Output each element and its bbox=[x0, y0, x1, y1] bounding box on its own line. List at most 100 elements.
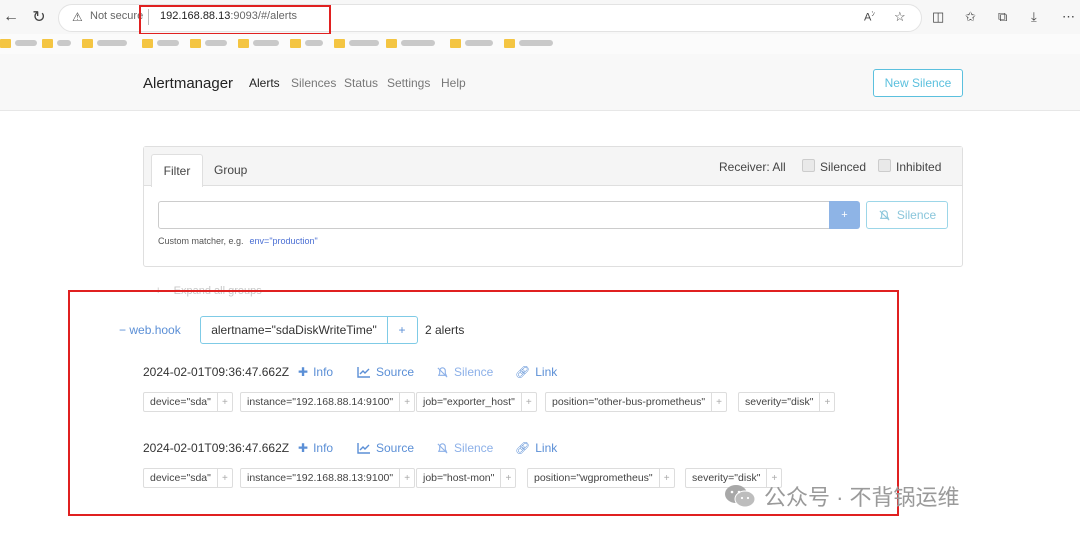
folder-icon bbox=[82, 38, 93, 48]
inhibited-checkbox[interactable] bbox=[878, 159, 891, 172]
tab-group[interactable]: Group bbox=[214, 163, 247, 177]
label-add-button[interactable]: + bbox=[658, 469, 674, 487]
nav-alerts[interactable]: Alerts bbox=[249, 76, 280, 90]
link-button[interactable]: 🔗︎ Link bbox=[515, 441, 557, 455]
bookmark-folder[interactable] bbox=[334, 37, 379, 49]
folder-icon bbox=[450, 38, 461, 48]
info-button[interactable]: ✚ Info bbox=[298, 365, 333, 379]
favorites-icon[interactable]: ✩ bbox=[965, 9, 976, 25]
back-icon[interactable]: ← bbox=[0, 6, 22, 28]
inhibited-label: Inhibited bbox=[896, 160, 942, 174]
folder-icon bbox=[334, 38, 345, 48]
reload-icon[interactable]: ↻ bbox=[28, 6, 50, 28]
receiver-select[interactable]: Receiver: All bbox=[719, 160, 786, 174]
label-pill[interactable]: device="sda" + bbox=[143, 392, 233, 412]
label-add-button[interactable]: + bbox=[399, 393, 414, 411]
label-pill[interactable]: position="other-bus-prometheus" + bbox=[545, 392, 728, 412]
tab-filter[interactable]: Filter bbox=[151, 154, 203, 187]
downloads-icon[interactable]: ⤓ bbox=[1031, 9, 1037, 25]
bell-slash-icon bbox=[879, 209, 890, 221]
filter-input[interactable] bbox=[158, 201, 830, 229]
bookmark-folder[interactable] bbox=[142, 37, 179, 49]
info-button[interactable]: ✚ Info bbox=[298, 441, 333, 455]
link-label: Link bbox=[535, 365, 558, 379]
label-add-button[interactable]: + bbox=[216, 393, 232, 411]
source-label: Source bbox=[376, 365, 415, 379]
label-pill[interactable]: instance="192.168.88.14:9100" + bbox=[240, 392, 416, 412]
link-button[interactable]: 🔗︎ Link bbox=[515, 365, 557, 379]
label-text: instance="192.168.88.13:9100" bbox=[247, 472, 394, 484]
label-text: job="exporter_host" bbox=[423, 396, 515, 408]
silenced-label: Silenced bbox=[820, 160, 867, 174]
security-label: Not secure bbox=[90, 10, 144, 22]
bookmark-folder[interactable] bbox=[82, 37, 127, 49]
wechat-logo-icon bbox=[725, 485, 756, 508]
link-icon: 🔗︎ bbox=[515, 365, 531, 379]
label-pill[interactable]: instance="192.168.88.13:9100" + bbox=[240, 468, 416, 488]
chart-icon bbox=[357, 443, 370, 454]
folder-icon bbox=[504, 38, 515, 48]
label-add-button[interactable]: + bbox=[500, 469, 515, 487]
matcher-hint: Custom matcher, e.g. env="production" bbox=[158, 236, 318, 246]
source-button[interactable]: Source bbox=[357, 365, 414, 379]
link-label: Link bbox=[535, 441, 558, 455]
source-button[interactable]: Source bbox=[357, 441, 414, 455]
new-silence-button[interactable]: New Silence bbox=[873, 69, 963, 97]
label-text: job="host-mon" bbox=[423, 472, 495, 484]
label-add-button[interactable]: + bbox=[216, 469, 232, 487]
label-text: device="sda" bbox=[150, 396, 211, 408]
label-pill[interactable]: device="sda" + bbox=[143, 468, 233, 488]
nav-help[interactable]: Help bbox=[441, 76, 466, 90]
label-text: instance="192.168.88.14:9100" bbox=[247, 396, 394, 408]
bookmarks-bar bbox=[0, 34, 1080, 54]
label-add-button[interactable]: + bbox=[520, 393, 536, 411]
label-text: device="sda" bbox=[150, 472, 211, 484]
label-add-button[interactable]: + bbox=[711, 393, 726, 411]
group-receiver[interactable]: − web.hook bbox=[119, 323, 181, 337]
split-screen-icon[interactable]: ◫ bbox=[932, 9, 944, 25]
label-pill[interactable]: job="exporter_host" + bbox=[416, 392, 537, 412]
hint-text: Custom matcher, e.g. bbox=[158, 236, 244, 246]
bookmark-folder[interactable] bbox=[450, 37, 493, 49]
silence-filter-button[interactable]: Silence bbox=[866, 201, 948, 229]
folder-icon bbox=[386, 38, 397, 48]
bookmark-folder[interactable] bbox=[190, 37, 227, 49]
group-label-add-button[interactable]: + bbox=[387, 316, 418, 344]
label-add-button[interactable]: + bbox=[819, 393, 834, 411]
nav-status[interactable]: Status bbox=[344, 76, 378, 90]
silence-alert-button[interactable]: Silence bbox=[436, 365, 493, 379]
silence-label: Silence bbox=[454, 365, 494, 379]
label-add-button[interactable]: + bbox=[399, 469, 414, 487]
read-aloud-icon[interactable]: Aﾝ bbox=[864, 9, 875, 24]
collapse-icon[interactable]: − bbox=[119, 323, 126, 337]
collections-icon[interactable]: ⧉ bbox=[998, 9, 1007, 25]
bookmark-folder[interactable] bbox=[42, 37, 71, 49]
label-pill[interactable]: severity="disk" + bbox=[738, 392, 836, 412]
warning-icon[interactable]: ⚠ bbox=[72, 10, 83, 24]
plus-icon: ✚ bbox=[298, 441, 309, 455]
silence-alert-button[interactable]: Silence bbox=[436, 441, 493, 455]
favorite-star-icon[interactable]: ☆ bbox=[894, 9, 906, 25]
bookmark-folder[interactable] bbox=[290, 37, 323, 49]
group-name: web.hook bbox=[129, 323, 181, 337]
label-pill[interactable]: position="wgprometheus" + bbox=[527, 468, 675, 488]
bookmark-folder[interactable] bbox=[238, 37, 279, 49]
bookmark-folder[interactable] bbox=[0, 37, 37, 49]
label-pill[interactable]: job="host-mon" + bbox=[416, 468, 517, 488]
watermark-text: 公众号 · 不背锅运维 bbox=[764, 485, 960, 510]
extensions-icon[interactable]: ⋯ bbox=[1062, 9, 1075, 25]
add-filter-button[interactable]: + bbox=[829, 201, 860, 229]
folder-icon bbox=[238, 38, 249, 48]
nav-silences[interactable]: Silences bbox=[291, 76, 336, 90]
bell-slash-icon bbox=[437, 442, 448, 454]
silence-label: Silence bbox=[454, 441, 494, 455]
nav-settings[interactable]: Settings bbox=[387, 76, 430, 90]
watermark: 公众号 · 不背锅运维 bbox=[724, 480, 960, 512]
bell-slash-icon bbox=[437, 366, 448, 378]
group-label-filter[interactable]: alertname="sdaDiskWriteTime" bbox=[200, 316, 388, 344]
silenced-checkbox[interactable] bbox=[802, 159, 815, 172]
brand-title[interactable]: Alertmanager bbox=[143, 75, 233, 92]
bookmark-folder[interactable] bbox=[386, 37, 435, 49]
label-text: severity="disk" bbox=[745, 396, 814, 408]
bookmark-folder[interactable] bbox=[504, 37, 553, 49]
